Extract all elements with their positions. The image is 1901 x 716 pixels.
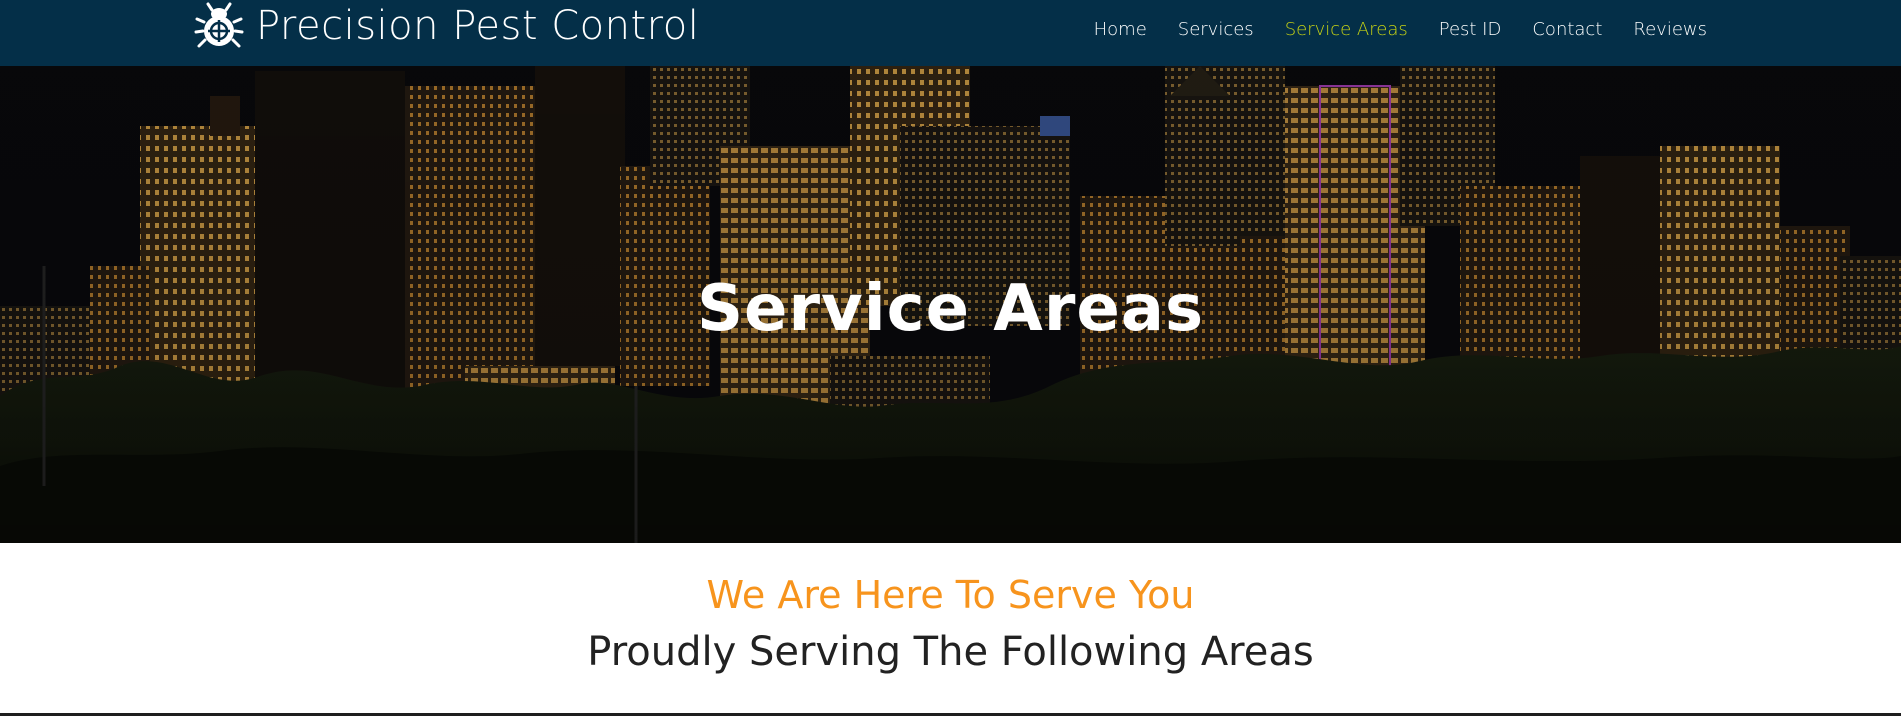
brand-name: Precision Pest Control	[256, 3, 700, 49]
nav-service-areas-link[interactable]: Service Areas	[1285, 19, 1408, 40]
nav-contact-link[interactable]: Contact	[1532, 19, 1602, 40]
bug-crosshair-icon	[194, 2, 244, 48]
nav-reviews-link[interactable]: Reviews	[1633, 19, 1707, 40]
nav-pest-id-link[interactable]: Pest ID	[1439, 19, 1502, 40]
section-title: Proudly Serving The Following Areas	[587, 629, 1314, 675]
main-nav: Home Services Service Areas Pest ID Cont…	[1063, 0, 1707, 58]
service-areas-intro: We Are Here To Serve You Proudly Serving…	[0, 543, 1901, 713]
hero-banner: Service Areas	[0, 66, 1901, 543]
hero-title: Service Areas	[696, 272, 1205, 346]
nav-home-link[interactable]: Home	[1094, 19, 1147, 40]
nav-services-link[interactable]: Services	[1178, 19, 1254, 40]
top-navbar: Precision Pest Control Home Services Ser…	[0, 0, 1901, 67]
brand-logo-link[interactable]: Precision Pest Control	[194, 0, 699, 52]
section-subtitle: We Are Here To Serve You	[706, 573, 1195, 617]
